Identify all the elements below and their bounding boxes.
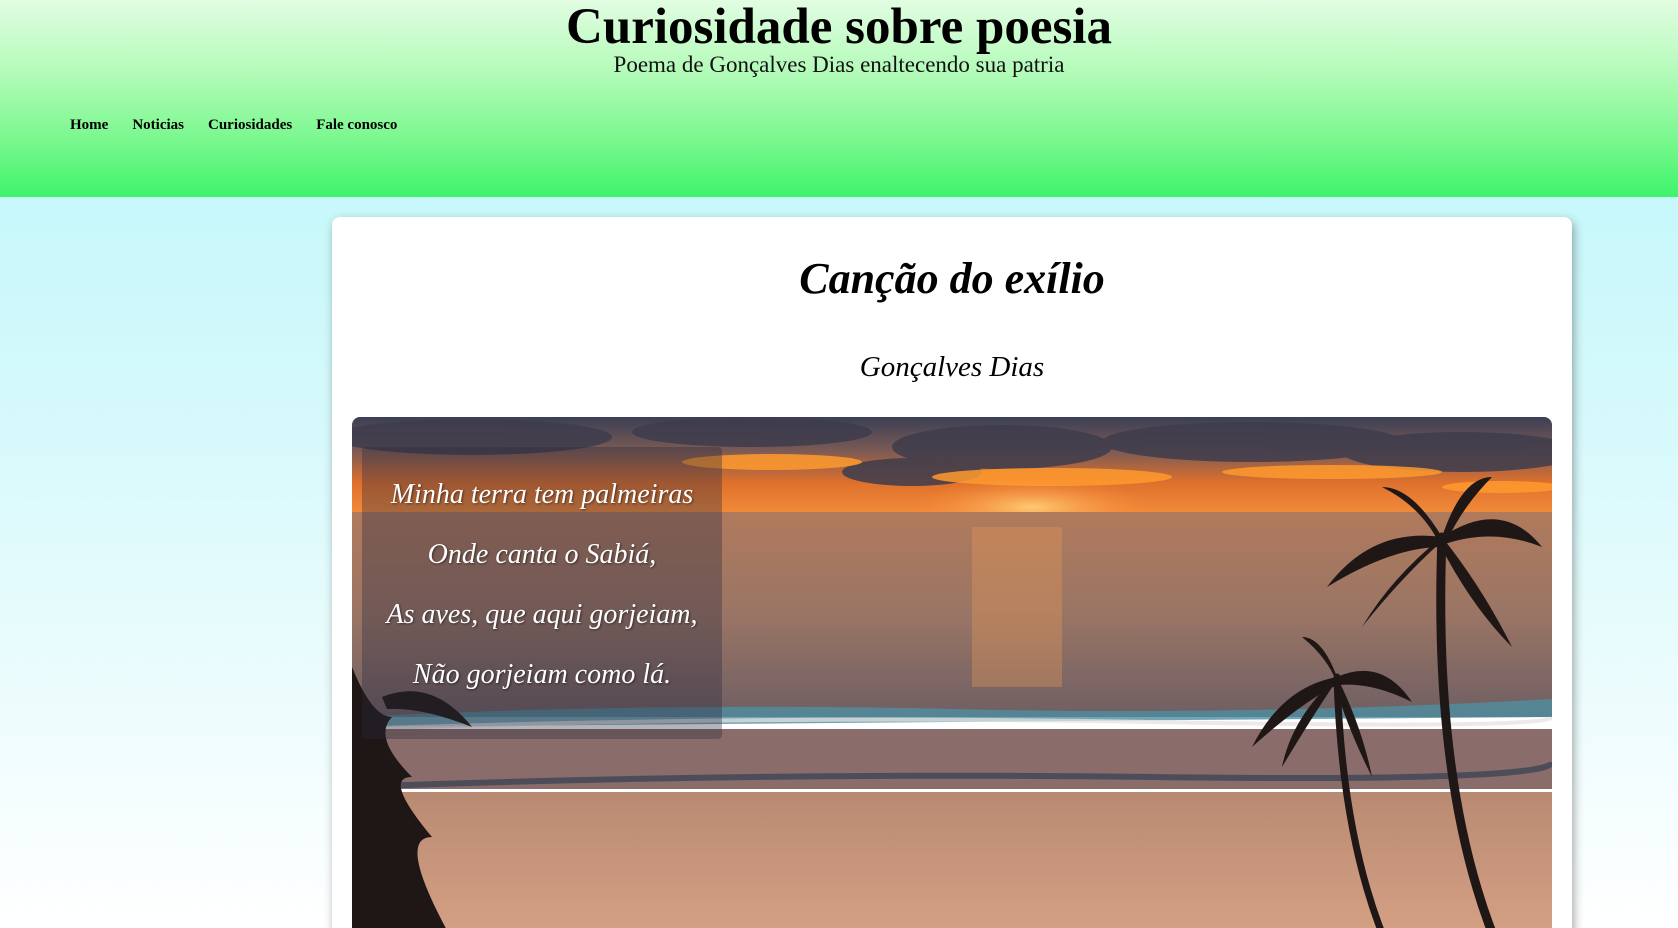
verse-line-2: Onde canta o Sabiá, [427,539,657,570]
verse-line-3: As aves, que aqui gorjeiam, [386,599,698,630]
site-header: Curiosidade sobre poesia Poema de Gonçal… [0,0,1678,197]
site-title: Curiosidade sobre poesia [566,0,1112,55]
verse-line-1: Minha terra tem palmeiras [390,479,694,510]
nav-link-home[interactable]: Home [70,117,108,134]
beach-sunset-image: Minha terra tem palmeiras Onde canta o S… [352,417,1552,928]
poem-author: Gonçalves Dias [859,351,1045,383]
nav-link-noticias[interactable]: Noticias [132,117,184,134]
nav-link-fale-conosco[interactable]: Fale conosco [316,117,397,134]
nav-link-curiosidades[interactable]: Curiosidades [208,117,292,134]
poem-title: Canção do exílio [799,254,1105,303]
verse-line-4: Não gorjeiam como lá. [412,659,672,690]
main-nav: Home Noticias Curiosidades Fale conosco [70,117,397,134]
site-subtitle: Poema de Gonçalves Dias enaltecendo sua … [613,52,1065,77]
poem-card: Canção do exílio Gonçalves Dias Minha te… [332,217,1572,928]
